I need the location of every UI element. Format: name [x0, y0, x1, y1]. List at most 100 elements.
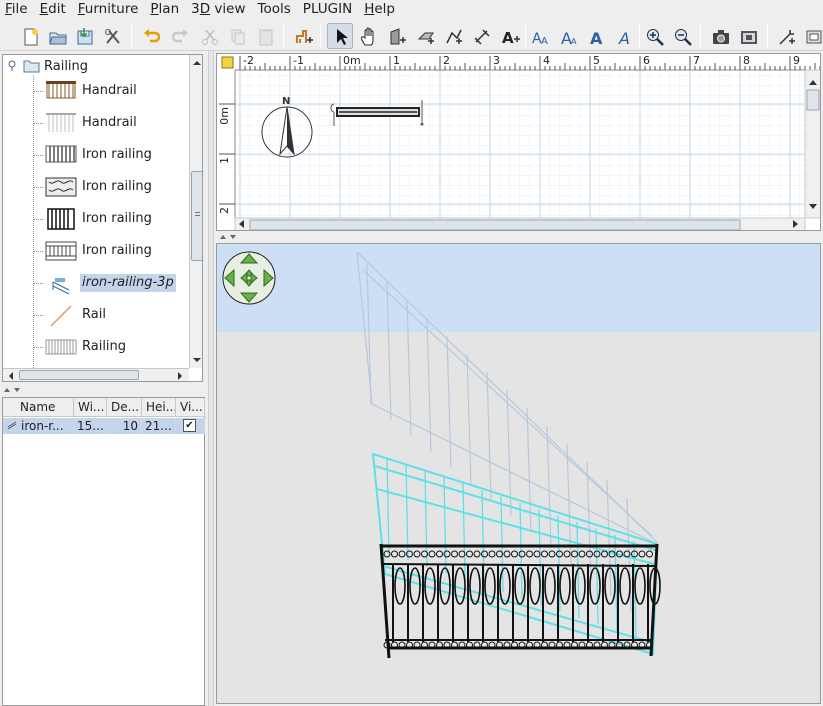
ruler-x-label: 2	[443, 54, 450, 67]
preferences-button[interactable]	[99, 23, 125, 49]
plan-3d-splitter[interactable]	[216, 231, 823, 243]
paste-icon	[259, 29, 273, 46]
catalog-item[interactable]: iron-railing-3p	[3, 267, 188, 299]
catalog-item[interactable]: Handrail	[3, 75, 188, 107]
scroll-right-arrow-icon[interactable]	[175, 370, 185, 380]
catalog-item[interactable]: Iron railing	[3, 235, 188, 267]
open-button[interactable]	[44, 23, 70, 49]
tree-expand-handle[interactable]	[7, 60, 19, 72]
ruler-x-label: 8	[743, 54, 750, 67]
create-video-button[interactable]	[735, 23, 761, 49]
menu-help[interactable]: Help	[358, 0, 401, 20]
italic-text-button[interactable]: A	[611, 23, 637, 49]
ruler-x-label: 6	[643, 54, 650, 67]
ruler-x-label: 3	[493, 54, 500, 67]
new-home-button[interactable]	[17, 23, 43, 49]
zoom-out-icon	[675, 29, 692, 46]
svg-text:A: A	[541, 36, 548, 47]
catalog-item-label: Handrail	[82, 83, 137, 98]
svg-text:A: A	[571, 37, 577, 46]
undo-icon	[144, 29, 161, 43]
select-mode-icon	[337, 29, 348, 45]
folder-icon	[23, 60, 40, 73]
furniture-table: Name Wi... De... Hei... Vi... iron-r... …	[2, 397, 205, 706]
catalog-table-splitter[interactable]	[0, 384, 207, 396]
copy-button[interactable]	[224, 23, 250, 49]
plan-vscroll-thumb[interactable]	[806, 89, 820, 111]
ruler-x-label: 4	[543, 54, 550, 67]
create-rooms-button[interactable]	[412, 23, 438, 49]
column-width[interactable]: Wi...	[74, 398, 107, 417]
splitter-arrows-icon	[4, 388, 20, 392]
decrease-text-size-button[interactable]: AA	[555, 23, 581, 49]
cell-visible-container: ✔	[176, 418, 205, 434]
scroll-down-arrow-icon[interactable]	[192, 354, 202, 364]
ruler-x-label: 1	[393, 54, 400, 67]
add-text-button[interactable]: A	[496, 23, 522, 49]
new-home-icon	[24, 28, 38, 46]
column-name[interactable]: Name	[3, 398, 74, 417]
catalog-item[interactable]: Iron railing	[3, 171, 188, 203]
increase-text-size-button[interactable]: AA	[527, 23, 553, 49]
catalog-item[interactable]: Handrail	[3, 107, 188, 139]
menu-tools[interactable]: Tools	[252, 0, 297, 20]
copy-icon	[231, 29, 245, 45]
main-vertical-splitter[interactable]	[208, 51, 214, 706]
create-polylines-button[interactable]	[440, 23, 466, 49]
scroll-thumb[interactable]	[191, 171, 202, 261]
menu-3d-view[interactable]: 3D view	[185, 0, 251, 20]
add-furniture-button[interactable]	[289, 23, 315, 49]
plugin-button[interactable]	[773, 23, 799, 49]
paste-button[interactable]	[252, 23, 278, 49]
scroll-thumb[interactable]	[19, 370, 139, 380]
more-button[interactable]	[801, 23, 823, 49]
menu-furniture[interactable]: Furniture	[72, 0, 145, 20]
ruler-y-label: 1	[218, 157, 231, 164]
save-icon	[77, 28, 93, 45]
add-text-icon: A	[502, 29, 520, 47]
zoom-out-button[interactable]	[669, 23, 695, 49]
scroll-left-arrow-icon[interactable]	[6, 370, 16, 380]
catalog-item-label: Iron railing	[82, 179, 152, 194]
column-depth[interactable]: De...	[107, 398, 142, 417]
scroll-up-arrow-icon[interactable]	[192, 57, 202, 67]
create-video-icon	[741, 31, 757, 44]
zoom-in-button[interactable]	[641, 23, 667, 49]
create-dimensions-button[interactable]	[468, 23, 494, 49]
menu-edit[interactable]: Edit	[34, 0, 72, 20]
catalog-item-label: Iron railing	[82, 211, 152, 226]
catalog-horizontal-scrollbar[interactable]	[3, 368, 189, 381]
menu-file[interactable]: File	[0, 0, 34, 20]
navigation-arrows-control[interactable]	[222, 251, 276, 305]
decrease-text-size-icon: AA	[561, 29, 577, 47]
furniture-thumbnail-icon	[52, 278, 70, 295]
menu-plan[interactable]: Plan	[144, 0, 185, 20]
ruler-y-label: 0m	[218, 107, 231, 125]
select-mode-button[interactable]	[327, 23, 353, 49]
create-walls-button[interactable]	[384, 23, 410, 49]
catalog-item-label: Iron railing	[82, 243, 152, 258]
column-visible[interactable]: Vi...	[176, 398, 205, 417]
undo-button[interactable]	[138, 23, 164, 49]
visible-checkbox[interactable]: ✔	[183, 419, 196, 432]
catalog-item[interactable]: Rail	[3, 299, 188, 331]
menu-plugin[interactable]: PLUGIN	[297, 0, 358, 20]
furniture-catalog-tree: Railing Handrail Handrail Iron railing Iron…	[2, 54, 203, 382]
create-photo-button[interactable]	[707, 23, 733, 49]
plan-view[interactable]: N -2 -1 0m 1 2 3 4 5 6 7 8 9 0m 1 2	[216, 53, 821, 231]
cut-button[interactable]	[196, 23, 222, 49]
save-button[interactable]	[71, 23, 97, 49]
redo-button[interactable]	[166, 23, 192, 49]
column-height[interactable]: Hei...	[142, 398, 176, 417]
pan-mode-button[interactable]	[355, 23, 381, 49]
catalog-vertical-scrollbar[interactable]	[189, 55, 202, 368]
catalog-item[interactable]: Iron railing	[3, 203, 188, 235]
toolbar-separator	[320, 25, 321, 47]
plan-hscroll-thumb[interactable]	[249, 219, 741, 230]
category-railing[interactable]: Railing	[23, 57, 88, 75]
catalog-item[interactable]: Iron railing	[3, 139, 188, 171]
cell-width: 15...	[74, 418, 107, 434]
catalog-item[interactable]: Railing	[3, 331, 188, 363]
3d-view[interactable]	[216, 243, 821, 704]
bold-text-button[interactable]: A	[583, 23, 609, 49]
